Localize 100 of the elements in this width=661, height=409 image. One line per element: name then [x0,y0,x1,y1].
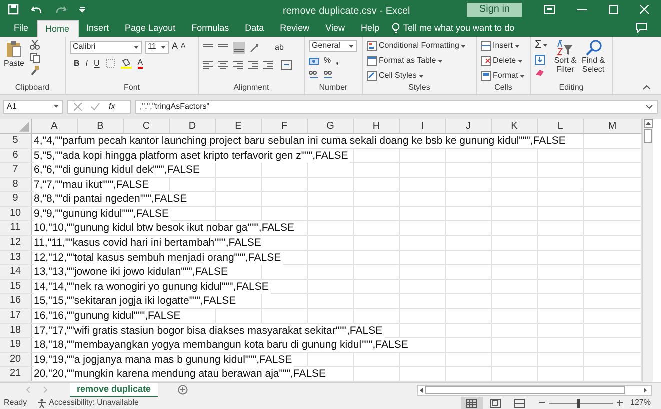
menu-tab[interactable]: View [318,20,353,38]
scrollbar-thumb[interactable] [644,128,652,143]
view-button[interactable] [460,397,483,409]
fill-down-icon[interactable] [535,55,545,66]
row-header[interactable]: 9 [0,192,32,206]
menu-tab[interactable]: Home [36,20,79,38]
grow-font-button[interactable]: A [172,40,178,54]
cells-button[interactable]: Delete [493,55,516,68]
row-header[interactable]: 6 [0,148,32,162]
increase-indent-icon[interactable] [263,60,273,70]
brush-icon[interactable] [30,66,40,76]
fill-color-icon[interactable] [120,58,132,69]
redo-icon[interactable] [55,4,67,15]
row-header[interactable]: 18 [0,324,32,338]
number-format-field[interactable]: General [309,40,357,52]
decrease-decimal-icon[interactable] [323,70,333,80]
column-header[interactable]: H [354,118,400,133]
dropdown-icon[interactable] [542,44,548,48]
save-icon[interactable] [8,4,19,16]
align-right-icon[interactable] [233,60,243,70]
menu-tab[interactable]: Data [237,20,272,38]
column-header[interactable]: L [538,118,584,133]
add-sheet-icon[interactable] [178,385,188,395]
formula-field[interactable]: ,".","tringAsFactors" [135,100,658,114]
styles-button[interactable]: Format as Table [379,55,436,68]
borders-icon[interactable] [106,59,115,68]
column-header[interactable]: D [170,118,216,133]
horizontal-scrollbar[interactable] [417,384,652,396]
menu-tab[interactable]: Insert [78,20,118,38]
zoom-in-icon[interactable] [616,400,623,406]
comments-icon[interactable] [636,23,647,34]
row-header[interactable]: 15 [0,280,32,294]
dropdown-icon[interactable] [54,105,59,108]
menu-tab[interactable]: Page Layout [117,20,184,38]
dropdown-icon[interactable] [134,46,139,49]
column-header[interactable]: E [216,118,262,133]
dropdown-icon[interactable] [349,44,354,48]
comma-button[interactable]: , [336,57,339,66]
column-header[interactable]: B [78,118,124,133]
autosum-button[interactable]: Σ [535,40,542,52]
column-header[interactable]: K [492,118,538,133]
undo-icon[interactable] [31,4,43,15]
sort-filter-button[interactable]: Sort & Filter [552,56,580,74]
ribbon-display-icon[interactable] [544,5,555,14]
dropdown-icon[interactable] [515,44,520,48]
collapse-ribbon-icon[interactable] [643,85,651,90]
eraser-icon[interactable] [535,69,545,78]
maximize-icon[interactable] [609,5,618,14]
column-header[interactable]: I [400,118,446,133]
dropdown-icon[interactable] [418,74,424,78]
dropdown-icon[interactable] [518,60,524,63]
row-header[interactable]: 20 [0,352,32,366]
row-header[interactable]: 11 [0,221,32,236]
vertical-scrollbar[interactable] [642,118,653,382]
menu-tab[interactable]: Help [353,20,388,38]
underline-button[interactable]: U [94,58,100,70]
italic-button[interactable]: I [86,58,88,70]
sign-in-button[interactable]: Sign in [467,2,522,17]
close-icon[interactable] [640,5,649,14]
row-header[interactable]: 12 [0,236,32,250]
font-color-button[interactable]: A [138,58,144,70]
clipboard-icon[interactable] [6,40,22,58]
row-header[interactable]: 13 [0,250,32,264]
row-header[interactable]: 8 [0,178,32,192]
dropdown-icon[interactable] [438,60,444,63]
column-header[interactable]: A [32,118,78,133]
scroll-right-icon[interactable] [642,386,649,394]
bold-button[interactable]: B [74,58,80,70]
dropdown-icon[interactable] [461,44,466,48]
menu-tab[interactable]: Review [272,20,318,38]
menu-tab[interactable]: Formulas [184,20,238,38]
tell-me-field[interactable]: Tell me what you want to do [404,22,515,36]
column-header[interactable]: J [446,118,492,133]
wrap-text-button[interactable]: ab [275,44,284,52]
scroll-up-icon[interactable] [644,118,652,128]
check-icon[interactable] [91,102,100,111]
sort-filter-icon[interactable] [556,40,574,56]
scissors-icon[interactable] [30,40,40,50]
zoom-slider-thumb[interactable] [577,398,580,408]
name-box[interactable]: A1 [3,100,63,114]
column-header[interactable]: F [262,118,308,133]
copy-icon[interactable] [30,53,40,64]
center-icon[interactable] [218,60,228,70]
styles-button[interactable]: Cell Styles [379,70,417,82]
column-header[interactable]: G [308,118,354,133]
insert-function-button[interactable]: fx [109,100,116,113]
row-header[interactable]: 21 [0,367,32,381]
bottom-align-icon[interactable] [233,42,245,54]
cells-button[interactable]: Insert [493,40,514,52]
paste-button[interactable]: Paste [4,58,24,70]
font-size-field[interactable]: 11 [145,40,169,54]
sheet-tab[interactable]: remove duplicate [70,382,158,398]
row-header[interactable]: 16 [0,294,32,308]
row-header[interactable]: 5 [0,134,32,148]
search-icon[interactable] [586,40,602,56]
minimize-icon[interactable] [577,8,587,11]
column-header[interactable]: C [124,118,170,133]
currency-icon[interactable] [309,56,319,66]
font-name-field[interactable]: Calibri [70,40,142,54]
row-header[interactable]: 7 [0,163,32,177]
